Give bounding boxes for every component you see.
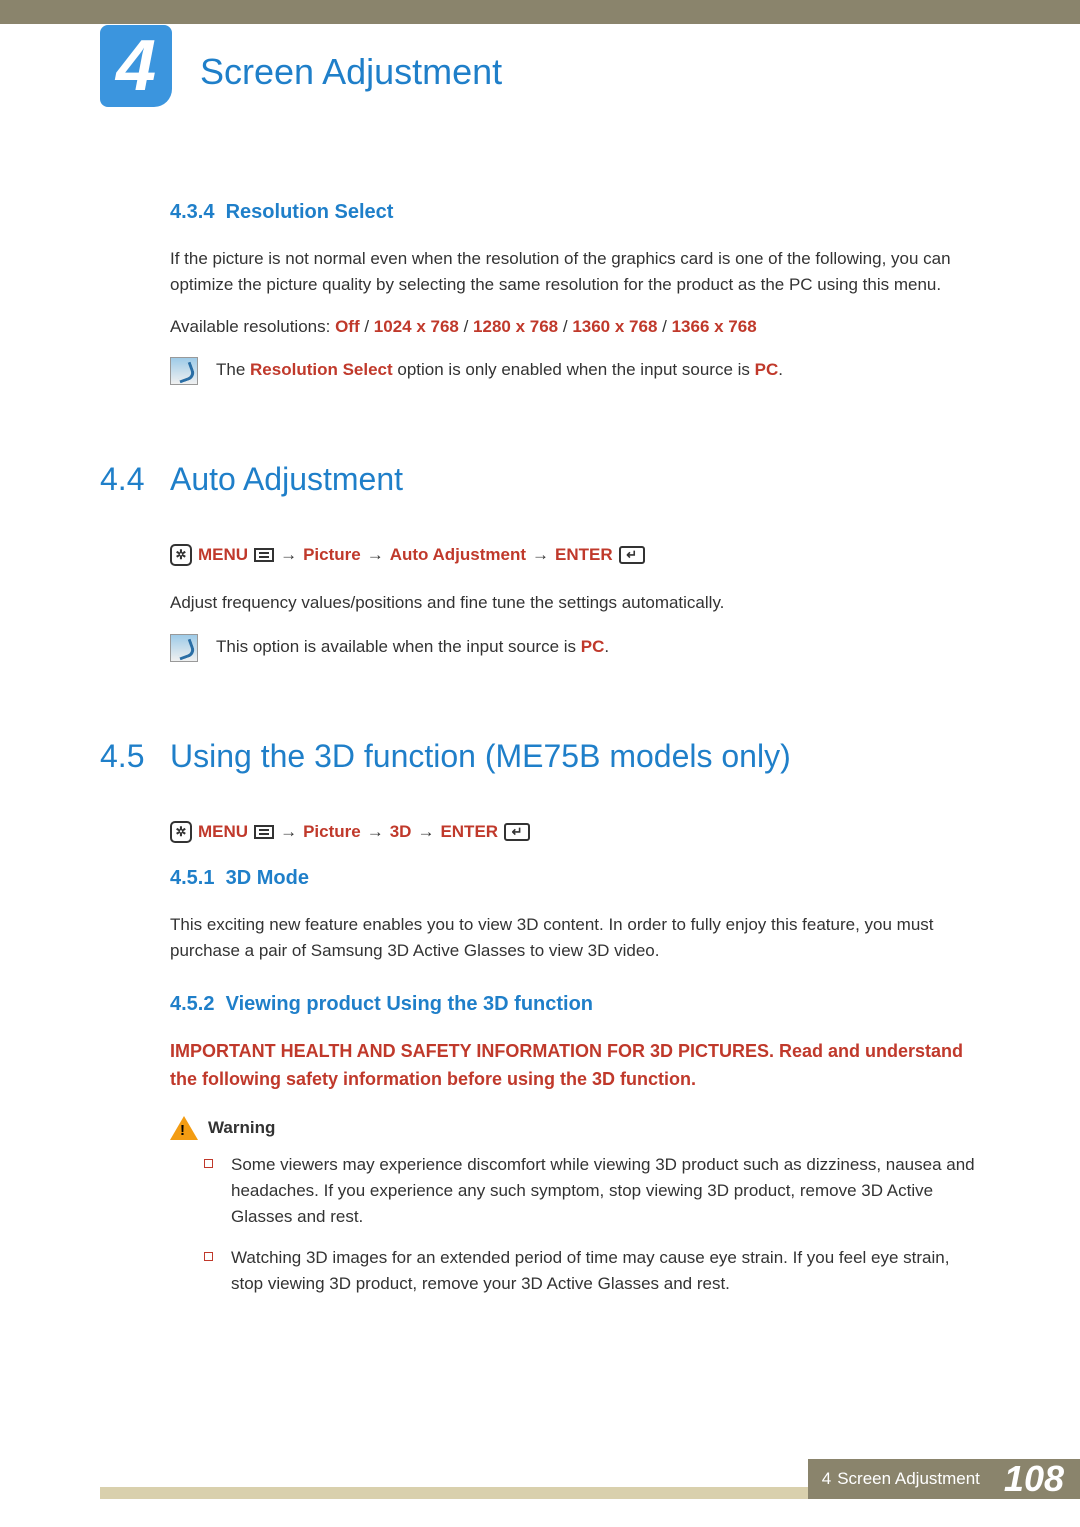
remote-tool-icon: ✲ [170, 821, 192, 843]
warning-label: Warning [208, 1118, 275, 1138]
path-p1: Picture [303, 545, 361, 565]
footer-chapter-num: 4 [822, 1469, 831, 1489]
path-p2: 3D [390, 822, 412, 842]
t: . [604, 637, 609, 656]
menu-path-44: ✲ MENU → Picture → Auto Adjustment → ENT… [170, 544, 980, 566]
safety-notice: IMPORTANT HEALTH AND SAFETY INFORMATION … [170, 1038, 980, 1094]
heading-title: Viewing product Using the 3D function [226, 993, 593, 1015]
chapter-header: 4 Screen Adjustment [0, 19, 1080, 121]
heading-num: 4.5 [100, 738, 170, 775]
bullet-icon [204, 1252, 213, 1261]
heading-num: 4.4 [100, 461, 170, 498]
heading-451: 4.5.1 3D Mode [170, 867, 980, 890]
footer-accent-bar [100, 1487, 808, 1499]
res-3: 1360 x 768 [572, 317, 657, 336]
heading-title: Using the 3D function (ME75B models only… [170, 738, 791, 775]
footer-page-number: 108 [994, 1459, 1080, 1499]
heading-title: Resolution Select [226, 201, 394, 223]
enter-icon [504, 823, 530, 841]
chapter-title: Screen Adjustment [200, 51, 502, 93]
list-item: Some viewers may experience discomfort w… [204, 1152, 980, 1231]
note-44: This option is available when the input … [170, 634, 980, 662]
arrow-icon: → [280, 545, 297, 565]
note-434: The Resolution Select option is only ena… [170, 357, 980, 385]
heading-434: 4.3.4 Resolution Select [170, 201, 980, 224]
note-icon [170, 357, 198, 385]
avail-label: Available resolutions: [170, 317, 335, 336]
path-menu: MENU [198, 545, 248, 565]
arrow-icon: → [367, 822, 384, 842]
arrow-icon: → [417, 822, 434, 842]
chapter-number-tab: 4 [100, 25, 172, 107]
list-item: Watching 3D images for an extended perio… [204, 1245, 980, 1298]
heading-num: 4.5.1 [170, 867, 214, 889]
bullet-icon [204, 1159, 213, 1168]
page-footer: 4 Screen Adjustment 108 [0, 1459, 1080, 1499]
heading-num: 4.3.4 [170, 201, 214, 223]
enter-icon [619, 546, 645, 564]
menu-path-45: ✲ MENU → Picture → 3D → ENTER [170, 821, 980, 843]
sep: / [558, 317, 572, 336]
body-44: Adjust frequency values/positions and fi… [170, 590, 980, 616]
note-text: This option is available when the input … [216, 634, 609, 660]
path-p2: Auto Adjustment [390, 545, 526, 565]
heading-title: 3D Mode [226, 867, 309, 889]
warning-header: Warning [170, 1116, 980, 1140]
res-4: 1366 x 768 [672, 317, 757, 336]
heading-452: 4.5.2 Viewing product Using the 3D funct… [170, 993, 980, 1016]
note-text: The Resolution Select option is only ena… [216, 357, 783, 383]
footer-chapter-label: 4 Screen Adjustment [808, 1459, 994, 1499]
heading-num: 4.5.2 [170, 993, 214, 1015]
arrow-icon: → [532, 545, 549, 565]
t: The [216, 360, 250, 379]
menu-grid-icon [254, 825, 274, 839]
path-enter: ENTER [440, 822, 498, 842]
t: PC [755, 360, 779, 379]
remote-tool-icon: ✲ [170, 544, 192, 566]
arrow-icon: → [280, 822, 297, 842]
sep: / [459, 317, 473, 336]
t: PC [581, 637, 605, 656]
warning-triangle-icon [170, 1116, 198, 1140]
bullet-text: Watching 3D images for an extended perio… [231, 1245, 980, 1298]
body-434: If the picture is not normal even when t… [170, 246, 980, 299]
heading-45: 4.5 Using the 3D function (ME75B models … [100, 738, 980, 775]
heading-44: 4.4 Auto Adjustment [100, 461, 980, 498]
heading-title: Auto Adjustment [170, 461, 403, 498]
res-2: 1280 x 768 [473, 317, 558, 336]
path-p1: Picture [303, 822, 361, 842]
bullet-text: Some viewers may experience discomfort w… [231, 1152, 980, 1231]
body-451: This exciting new feature enables you to… [170, 912, 980, 965]
warning-bullets: Some viewers may experience discomfort w… [204, 1152, 980, 1298]
t: . [778, 360, 783, 379]
res-1: 1024 x 768 [374, 317, 459, 336]
sep: / [360, 317, 374, 336]
footer-chapter-title: Screen Adjustment [837, 1469, 980, 1489]
menu-grid-icon [254, 548, 274, 562]
path-menu: MENU [198, 822, 248, 842]
note-icon [170, 634, 198, 662]
t: Resolution Select [250, 360, 393, 379]
t: option is only enabled when the input so… [393, 360, 755, 379]
res-0: Off [335, 317, 360, 336]
t: This option is available when the input … [216, 637, 581, 656]
resolutions-line: Available resolutions: Off / 1024 x 768 … [170, 317, 980, 337]
sep: / [657, 317, 671, 336]
arrow-icon: → [367, 545, 384, 565]
path-enter: ENTER [555, 545, 613, 565]
